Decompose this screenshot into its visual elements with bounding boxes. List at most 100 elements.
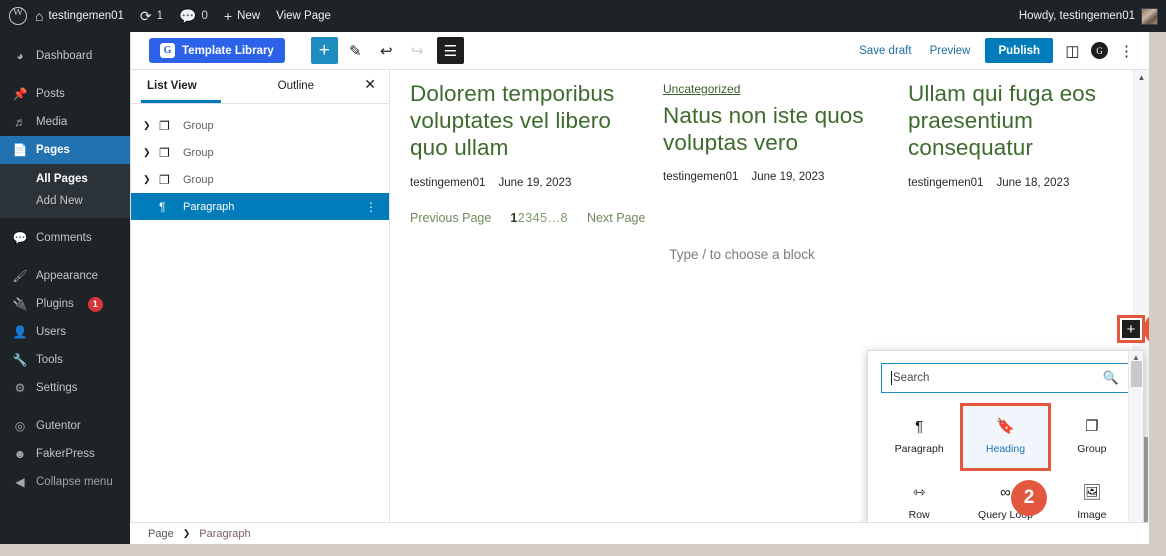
list-item[interactable]: ❯ ❐ Group	[131, 166, 389, 193]
scrollbar-thumb[interactable]	[1131, 361, 1142, 387]
search-input[interactable]: Search 🔍	[881, 363, 1130, 393]
block-appender-button[interactable]: +	[1117, 315, 1145, 343]
sidebar-item-users[interactable]: 👤 Users	[0, 318, 130, 346]
inserter-block-group[interactable]: ❐ Group	[1049, 405, 1135, 469]
settings-panel-button[interactable]: ◫	[1059, 37, 1086, 64]
publish-button[interactable]: Publish	[985, 38, 1053, 63]
sidebar-item-settings[interactable]: ⚙ Settings	[0, 374, 130, 402]
gutentor-options-button[interactable]: G	[1086, 37, 1113, 64]
post-title[interactable]: Natus non iste quos voluptas vero	[663, 102, 872, 156]
list-item[interactable]: ❯ ❐ Group	[131, 139, 389, 166]
breadcrumb-root[interactable]: Page	[148, 528, 174, 540]
more-options-button[interactable]: ⋮	[1113, 37, 1140, 64]
sidebar-item-pages[interactable]: 📄 Pages	[0, 136, 138, 164]
kebab-menu-icon[interactable]: ⋮	[365, 200, 377, 214]
editor-toolbar: G Template Library + ✎ ↩ ↪ ☰ Save draft	[131, 32, 1150, 70]
page-number[interactable]: 2	[518, 211, 525, 225]
save-draft-button[interactable]: Save draft	[850, 45, 920, 57]
page-number[interactable]: 5	[540, 211, 547, 225]
sidebar-item-appearance[interactable]: 🖌 Appearance	[0, 262, 130, 290]
submenu-item-all-pages[interactable]: All Pages	[0, 168, 130, 190]
adminbar-howdy[interactable]: Howdy, testingemen01	[1011, 0, 1135, 32]
adminbar-view-page[interactable]: View Page	[268, 0, 339, 32]
scroll-up-icon[interactable]: ▲	[1134, 73, 1149, 82]
wordpress-logo-icon[interactable]	[9, 6, 27, 25]
sidebar-item-fakerpress[interactable]: ☻ FakerPress	[0, 440, 130, 468]
list-item[interactable]: ❯ ❐ Group	[131, 112, 389, 139]
breadcrumb-leaf[interactable]: Paragraph	[199, 528, 250, 540]
chevron-right-icon[interactable]: ❯	[143, 174, 155, 185]
search-placeholder: Search	[893, 372, 930, 384]
post-author: testingemen01	[908, 176, 984, 189]
adminbar-updates[interactable]: ⟳ 1	[132, 0, 171, 32]
chevron-right-icon[interactable]: ❯	[143, 147, 155, 158]
inserter-block-paragraph[interactable]: ¶ Paragraph	[876, 405, 962, 469]
collapse-icon: ◀	[15, 475, 25, 489]
save-draft-label: Save draft	[859, 44, 912, 57]
wp-admin-bar: ⌂ testingemen01 ⟳ 1 💬 0 + New View Page …	[0, 0, 1166, 32]
list-item-label: Group	[183, 119, 214, 132]
adminbar-new[interactable]: + New	[216, 0, 268, 32]
sidebar-item-plugins[interactable]: 🔌 Plugins 1	[0, 290, 130, 318]
media-icon: ♬	[14, 115, 26, 129]
next-page-link[interactable]: Next Page	[587, 211, 645, 225]
adminbar-site-name[interactable]: ⌂ testingemen01	[27, 0, 132, 32]
preview-button[interactable]: Preview	[921, 45, 980, 57]
post-title[interactable]: Ullam qui fuga eos praesentium consequat…	[908, 80, 1122, 162]
post-category-link[interactable]: Uncategorized	[663, 82, 740, 96]
bottom-gutter	[0, 544, 1166, 556]
admin-sidebar-menu: ◕ Dashboard 📌 Posts ♬ Media 📄 Pages All …	[0, 32, 138, 556]
tab-outline[interactable]: Outline	[262, 70, 314, 102]
submenu-item-add-new[interactable]: Add New	[0, 190, 130, 212]
undo-icon: ↩	[380, 42, 393, 60]
annotation-number: 2	[1023, 487, 1035, 508]
menu-spacer	[0, 32, 130, 42]
tab-label: List View	[147, 80, 197, 92]
plus-icon[interactable]: +	[1117, 315, 1145, 343]
inserter-search-wrap: Search 🔍	[868, 351, 1143, 393]
inserter-block-heading[interactable]: 🔖 Heading	[960, 403, 1051, 471]
close-icon[interactable]: ✕	[364, 77, 376, 91]
page-number[interactable]: 3	[525, 211, 532, 225]
tab-list-view[interactable]: List View	[131, 70, 197, 102]
sidebar-item-dashboard[interactable]: ◕ Dashboard	[0, 42, 130, 70]
page-number[interactable]: 4	[533, 211, 540, 225]
post-card: Uncategorized Natus non iste quos volupt…	[645, 80, 890, 189]
sidebar-item-tools[interactable]: 🔧 Tools	[0, 346, 130, 374]
page-number[interactable]: 8	[561, 211, 568, 225]
post-date: June 19, 2023	[751, 171, 825, 184]
publish-label: Publish	[998, 44, 1040, 57]
sidebar-item-collapse-menu[interactable]: ◀ Collapse menu	[0, 468, 130, 496]
page-number-current[interactable]: 1	[510, 211, 517, 225]
empty-block-placeholder[interactable]: Type / to choose a block	[390, 247, 1150, 262]
list-item[interactable]: ¶ Paragraph ⋮	[131, 193, 389, 220]
gutentor-icon: G	[160, 43, 175, 58]
edit-tool-button[interactable]: ✎	[342, 37, 369, 64]
list-view-tabs: List View Outline ✕	[131, 70, 389, 103]
preview-label: Preview	[929, 44, 971, 57]
sidebar-item-gutentor[interactable]: ◎ Gutentor	[0, 412, 130, 440]
chevron-right-icon[interactable]: ❯	[143, 120, 155, 131]
sidebar-item-posts[interactable]: 📌 Posts	[0, 80, 130, 108]
block-label: Paragraph	[894, 443, 944, 455]
template-library-button[interactable]: G Template Library	[149, 38, 285, 63]
sidebar-item-media[interactable]: ♬ Media	[0, 108, 130, 136]
adminbar-comments[interactable]: 💬 0	[171, 0, 216, 32]
pagination-numbers: 1 2 3 4 5 … 8	[510, 211, 568, 225]
previous-page-link[interactable]: Previous Page	[410, 211, 491, 225]
menu-spacer	[0, 252, 130, 262]
list-view-button[interactable]: ☰	[436, 37, 464, 64]
post-meta: testingemen01 June 19, 2023	[663, 171, 872, 183]
sidebar-item-comments[interactable]: 💬 Comments	[0, 224, 130, 252]
adminbar-new-label: New	[237, 10, 261, 22]
group-icon: ❐	[159, 118, 170, 133]
avatar[interactable]	[1141, 7, 1158, 25]
redo-button[interactable]: ↪	[404, 37, 431, 64]
post-title[interactable]: Dolorem temporibus voluptates vel libero…	[410, 80, 627, 162]
block-label: Heading	[985, 443, 1026, 455]
undo-button[interactable]: ↩	[373, 37, 400, 64]
add-block-button[interactable]: +	[310, 37, 338, 64]
list-item-label: Paragraph	[183, 200, 235, 213]
query-loop-posts: Dolorem temporibus voluptates vel libero…	[390, 70, 1150, 189]
chevron-right-icon: ❯	[182, 528, 191, 538]
